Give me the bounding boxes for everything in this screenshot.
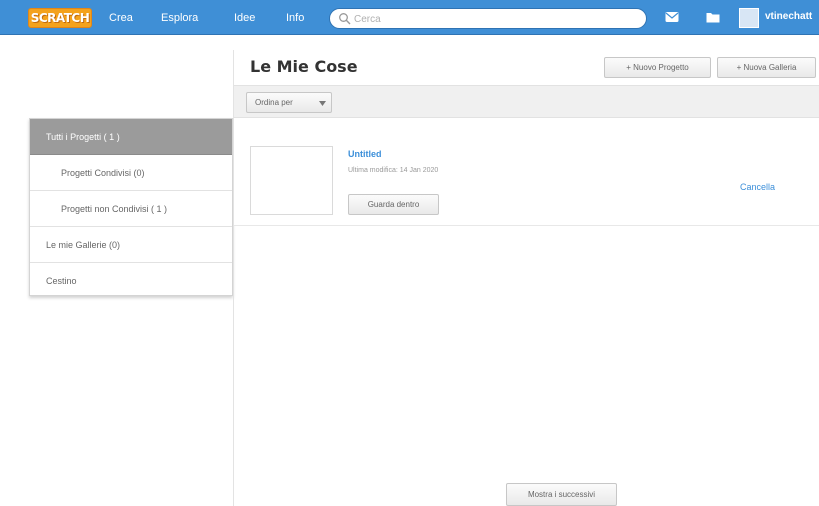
username-menu[interactable]: vtinechatt [765, 11, 812, 22]
nav-idee[interactable]: Idee [234, 11, 255, 25]
project-thumbnail[interactable] [250, 146, 333, 215]
nav-esplora[interactable]: Esplora [161, 11, 198, 25]
sidebar-item-my-studios[interactable]: Le mie Gallerie (0) [30, 227, 232, 263]
sort-bar: Ordina per [234, 85, 819, 118]
project-last-modified: Ultima modifica: 14 Jan 2020 [348, 167, 439, 174]
nav-info[interactable]: Info [286, 11, 304, 25]
logo-text: SCRATCH [30, 11, 90, 25]
see-inside-button[interactable]: Guarda dentro [348, 194, 439, 215]
sidebar-item-trash[interactable]: Cestino [30, 263, 232, 299]
search-box[interactable] [329, 8, 647, 29]
chevron-down-icon [319, 101, 326, 106]
sort-dropdown[interactable]: Ordina per [246, 92, 332, 113]
scratch-logo[interactable]: SCRATCH [28, 8, 92, 28]
delete-link[interactable]: Cancella [740, 182, 775, 192]
messages-icon[interactable] [665, 11, 679, 23]
nav-crea[interactable]: Crea [109, 11, 133, 25]
sidebar-item-shared-projects[interactable]: Progetti Condivisi (0) [30, 155, 232, 191]
search-input[interactable] [354, 11, 634, 27]
avatar[interactable] [739, 8, 759, 28]
new-studio-button[interactable]: + Nuova Galleria [717, 57, 816, 78]
page-title: Le Mie Cose [250, 57, 358, 76]
my-stuff-folder-icon[interactable] [706, 11, 720, 23]
sort-dropdown-label: Ordina per [255, 98, 293, 107]
load-more-button[interactable]: Mostra i successivi [506, 483, 617, 506]
top-navigation-bar: SCRATCH Crea Esplora Idee Info vtinechat… [0, 0, 819, 35]
sidebar-item-unshared-projects[interactable]: Progetti non Condivisi ( 1 ) [30, 191, 232, 227]
project-title-link[interactable]: Untitled [348, 149, 382, 159]
new-project-button[interactable]: + Nuovo Progetto [604, 57, 711, 78]
sidebar: Tutti i Progetti ( 1 ) Progetti Condivis… [29, 118, 233, 296]
search-icon [339, 13, 351, 25]
app-window: SCRATCH Crea Esplora Idee Info vtinechat… [0, 0, 819, 506]
sidebar-item-all-projects[interactable]: Tutti i Progetti ( 1 ) [30, 119, 232, 155]
project-list-item: Untitled Ultima modifica: 14 Jan 2020 Gu… [234, 118, 819, 226]
